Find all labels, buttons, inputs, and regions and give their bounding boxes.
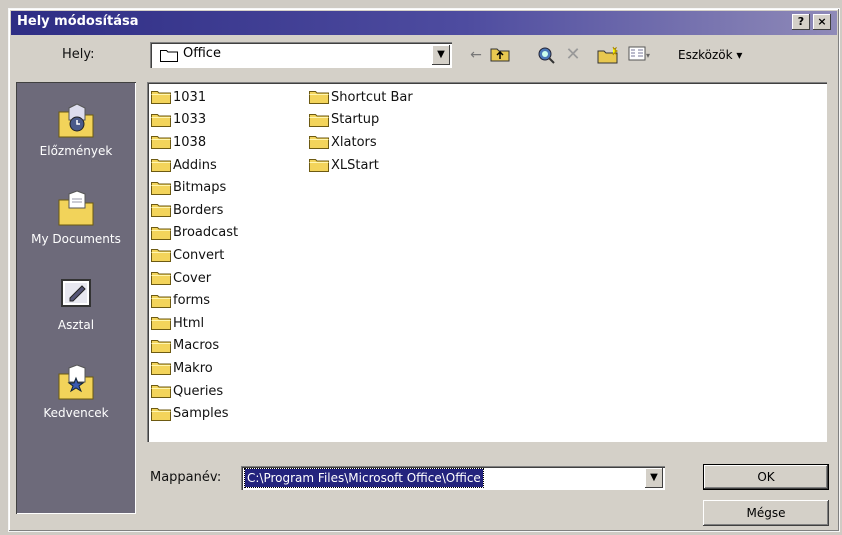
folder-icon <box>151 272 171 286</box>
file-name: Addins <box>173 157 217 173</box>
file-name: forms <box>173 293 211 309</box>
history-folder-icon <box>56 102 96 140</box>
folder-icon <box>309 136 329 150</box>
list-item[interactable]: Samples <box>151 402 238 425</box>
file-name: 1033 <box>173 112 207 128</box>
chevron-down-icon[interactable]: ▼ <box>645 468 663 488</box>
places-bar: Előzmények My Documents Asztal Kedvencek <box>16 82 136 514</box>
file-name: Samples <box>173 406 229 422</box>
file-name: 1031 <box>173 89 207 105</box>
file-name: Shortcut Bar <box>331 89 413 105</box>
chevron-down-icon[interactable]: ▼ <box>432 45 450 65</box>
file-name: Html <box>173 315 205 331</box>
look-in-label: Hely: <box>62 47 95 62</box>
cancel-button[interactable]: Mégse <box>703 500 829 526</box>
list-item[interactable]: Convert <box>151 244 238 267</box>
close-button[interactable]: × <box>813 14 831 30</box>
new-folder-icon[interactable] <box>597 46 619 64</box>
folder-icon <box>151 339 171 353</box>
place-favorites[interactable]: Kedvencek <box>16 364 136 420</box>
favorites-icon <box>56 364 96 402</box>
list-item[interactable]: 1033 <box>151 109 238 132</box>
help-button[interactable]: ? <box>792 14 810 30</box>
list-item[interactable]: Macros <box>151 335 238 358</box>
file-name: Convert <box>173 247 225 263</box>
folder-icon <box>151 181 171 195</box>
list-item[interactable]: Cover <box>151 267 238 290</box>
look-in-value: Office <box>183 46 221 61</box>
desktop-icon <box>56 276 96 314</box>
place-desktop[interactable]: Asztal <box>16 276 136 332</box>
folder-icon <box>309 159 329 173</box>
folder-name-input[interactable]: C:\Program Files\Microsoft Office\Office… <box>241 466 665 490</box>
file-name: Makro <box>173 360 213 376</box>
place-label: Asztal <box>57 318 95 332</box>
file-name: Macros <box>173 338 220 354</box>
file-name: Xlators <box>331 134 377 150</box>
look-in-dropdown[interactable]: Office ▼ <box>150 42 452 68</box>
place-my-documents[interactable]: My Documents <box>16 190 136 246</box>
folder-icon <box>151 113 171 127</box>
ok-button[interactable]: OK <box>703 464 829 490</box>
file-name: Startup <box>331 112 380 128</box>
place-label: My Documents <box>31 232 121 246</box>
folder-icon <box>160 50 178 62</box>
list-item[interactable]: Queries <box>151 380 238 403</box>
file-name: XLStart <box>331 157 379 173</box>
folder-name-label: Mappanév: <box>150 470 222 485</box>
list-item[interactable]: Addins <box>151 154 238 177</box>
list-item[interactable]: Borders <box>151 199 238 222</box>
file-name: 1038 <box>173 134 207 150</box>
list-item[interactable]: 1031 <box>151 86 238 109</box>
list-item[interactable]: Xlators <box>309 131 413 154</box>
list-item[interactable]: Shortcut Bar <box>309 86 413 109</box>
list-item[interactable]: Bitmaps <box>151 176 238 199</box>
tools-menu[interactable]: Eszközök ▾ <box>678 48 742 62</box>
folder-icon <box>151 362 171 376</box>
folder-icon <box>151 204 171 218</box>
my-documents-icon <box>56 190 96 228</box>
file-name: Borders <box>173 202 224 218</box>
file-name: Cover <box>173 270 212 286</box>
list-item[interactable]: 1038 <box>151 131 238 154</box>
list-item[interactable]: Html <box>151 312 238 335</box>
list-item[interactable]: Makro <box>151 357 238 380</box>
file-name: Broadcast <box>173 225 239 241</box>
file-name: Queries <box>173 383 224 399</box>
list-item[interactable]: forms <box>151 289 238 312</box>
list-item[interactable]: XLStart <box>309 154 413 177</box>
place-label: Kedvencek <box>43 406 109 420</box>
svg-text:▾: ▾ <box>646 51 650 60</box>
place-history[interactable]: Előzmények <box>16 102 136 158</box>
back-arrow-icon[interactable]: ← <box>466 46 486 64</box>
file-list-column-2: Shortcut Bar Startup Xlators XLStart <box>309 86 413 176</box>
views-icon[interactable]: ▾ <box>628 46 650 64</box>
folder-icon <box>151 294 171 308</box>
file-list-column-1: 1031 1033 1038 Addins Bitmaps Borders Broadcas… <box>151 86 238 425</box>
folder-icon <box>309 113 329 127</box>
folder-icon <box>309 91 329 105</box>
list-item[interactable]: Startup <box>309 109 413 132</box>
folder-icon <box>151 159 171 173</box>
folder-icon <box>151 136 171 150</box>
title-bar: Hely módosítása ? × <box>11 11 837 35</box>
delete-icon[interactable]: ✕ <box>563 46 583 64</box>
folder-icon <box>151 249 171 263</box>
dialog-title: Hely módosítása <box>17 14 139 29</box>
file-name: Bitmaps <box>173 180 227 196</box>
folder-icon <box>151 226 171 240</box>
folder-name-value[interactable]: C:\Program Files\Microsoft Office\Office <box>244 468 484 488</box>
place-label: Előzmények <box>39 144 113 158</box>
file-list[interactable]: 1031 1033 1038 Addins Bitmaps Borders Broadcas… <box>147 82 827 442</box>
up-folder-icon[interactable] <box>490 46 510 64</box>
folder-icon <box>151 317 171 331</box>
search-web-icon[interactable] <box>536 46 556 64</box>
folder-icon <box>151 385 171 399</box>
folder-icon <box>151 91 171 105</box>
folder-icon <box>151 407 171 421</box>
list-item[interactable]: Broadcast <box>151 222 238 245</box>
